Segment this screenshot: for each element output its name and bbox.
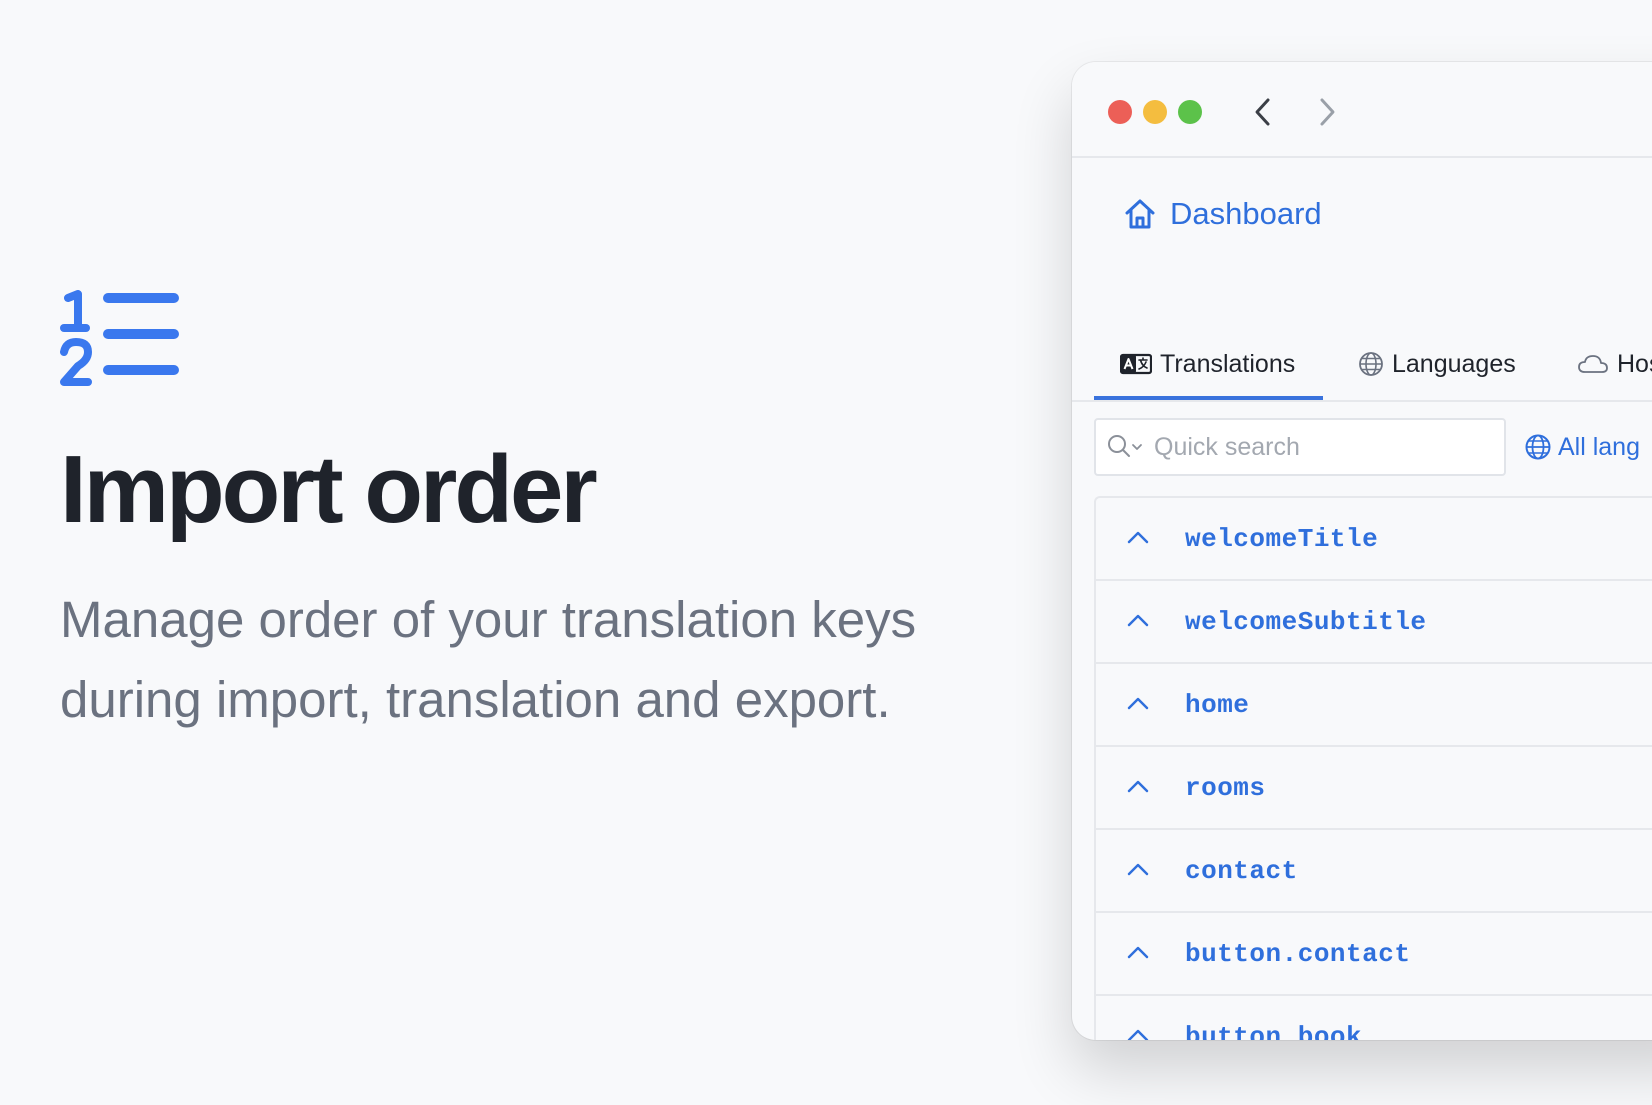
tab-hosting-label: Hos bbox=[1617, 349, 1652, 378]
language-filter-label: All lang bbox=[1558, 432, 1640, 461]
translation-key-label: home bbox=[1185, 689, 1250, 720]
home-icon bbox=[1125, 199, 1155, 229]
list-item[interactable]: button.book bbox=[1096, 996, 1652, 1040]
close-window-button[interactable] bbox=[1108, 100, 1132, 124]
maximize-window-button[interactable] bbox=[1178, 100, 1202, 124]
list-item[interactable]: welcomeSubtitle bbox=[1096, 581, 1652, 664]
search-input[interactable] bbox=[1152, 431, 1456, 463]
chevron-right-icon[interactable] bbox=[1308, 94, 1344, 130]
globe-icon bbox=[1525, 434, 1551, 460]
tab-hosting[interactable]: Hos bbox=[1577, 330, 1652, 398]
tab-translations-label: Translations bbox=[1160, 349, 1296, 378]
list-item[interactable]: button.contact bbox=[1096, 913, 1652, 996]
page-description: Manage order of your translation keys du… bbox=[60, 580, 980, 740]
search-row: All lang bbox=[1094, 418, 1652, 478]
tab-languages[interactable]: Languages bbox=[1358, 330, 1516, 398]
window-titlebar bbox=[1072, 62, 1652, 158]
search-icon bbox=[1108, 435, 1142, 457]
translation-key-label: welcomeTitle bbox=[1185, 523, 1379, 554]
page-title: Import order bbox=[60, 436, 598, 543]
chevron-up-icon[interactable] bbox=[1126, 941, 1150, 965]
translation-key-label: contact bbox=[1185, 855, 1298, 886]
list-item[interactable]: welcomeTitle bbox=[1096, 498, 1652, 581]
tab-translations[interactable]: Translations bbox=[1094, 330, 1324, 400]
numbered-list-icon bbox=[60, 290, 179, 386]
translation-key-label: rooms bbox=[1185, 772, 1266, 803]
chevron-up-icon[interactable] bbox=[1126, 775, 1150, 799]
dashboard-label: Dashboard bbox=[1170, 196, 1322, 231]
translation-key-label: welcomeSubtitle bbox=[1185, 606, 1427, 637]
minimize-window-button[interactable] bbox=[1143, 100, 1167, 124]
chevron-up-icon[interactable] bbox=[1126, 1024, 1150, 1040]
globe-icon bbox=[1359, 352, 1383, 376]
description-line-2: during import, translation and export. bbox=[60, 671, 891, 728]
chevron-up-icon[interactable] bbox=[1126, 526, 1150, 550]
list-item[interactable]: rooms bbox=[1096, 747, 1652, 830]
chevron-left-icon[interactable] bbox=[1246, 94, 1282, 130]
hero-section: Import order Manage order of your transl… bbox=[60, 290, 960, 740]
translation-key-label: button.book bbox=[1185, 1021, 1363, 1041]
app-window: Dashboard Translations Languages Ho Quic… bbox=[1072, 62, 1652, 1040]
translate-icon bbox=[1120, 353, 1152, 375]
chevron-up-icon[interactable] bbox=[1126, 609, 1150, 633]
search-box[interactable] bbox=[1094, 418, 1506, 476]
chevron-up-icon[interactable] bbox=[1126, 692, 1150, 716]
cloud-icon bbox=[1578, 355, 1608, 373]
chevron-up-icon[interactable] bbox=[1126, 858, 1150, 882]
tab-bar: Translations Languages Hos bbox=[1072, 330, 1652, 402]
translation-key-list: welcomeTitle welcomeSubtitle home rooms … bbox=[1094, 496, 1652, 1040]
language-filter[interactable]: All lang bbox=[1524, 418, 1640, 476]
dashboard-link[interactable]: Dashboard bbox=[1122, 192, 1322, 236]
list-item[interactable]: contact bbox=[1096, 830, 1652, 913]
description-line-1: Manage order of your translation keys bbox=[60, 591, 917, 648]
translation-key-label: button.contact bbox=[1185, 938, 1411, 969]
tab-languages-label: Languages bbox=[1392, 349, 1516, 378]
list-item[interactable]: home bbox=[1096, 664, 1652, 747]
